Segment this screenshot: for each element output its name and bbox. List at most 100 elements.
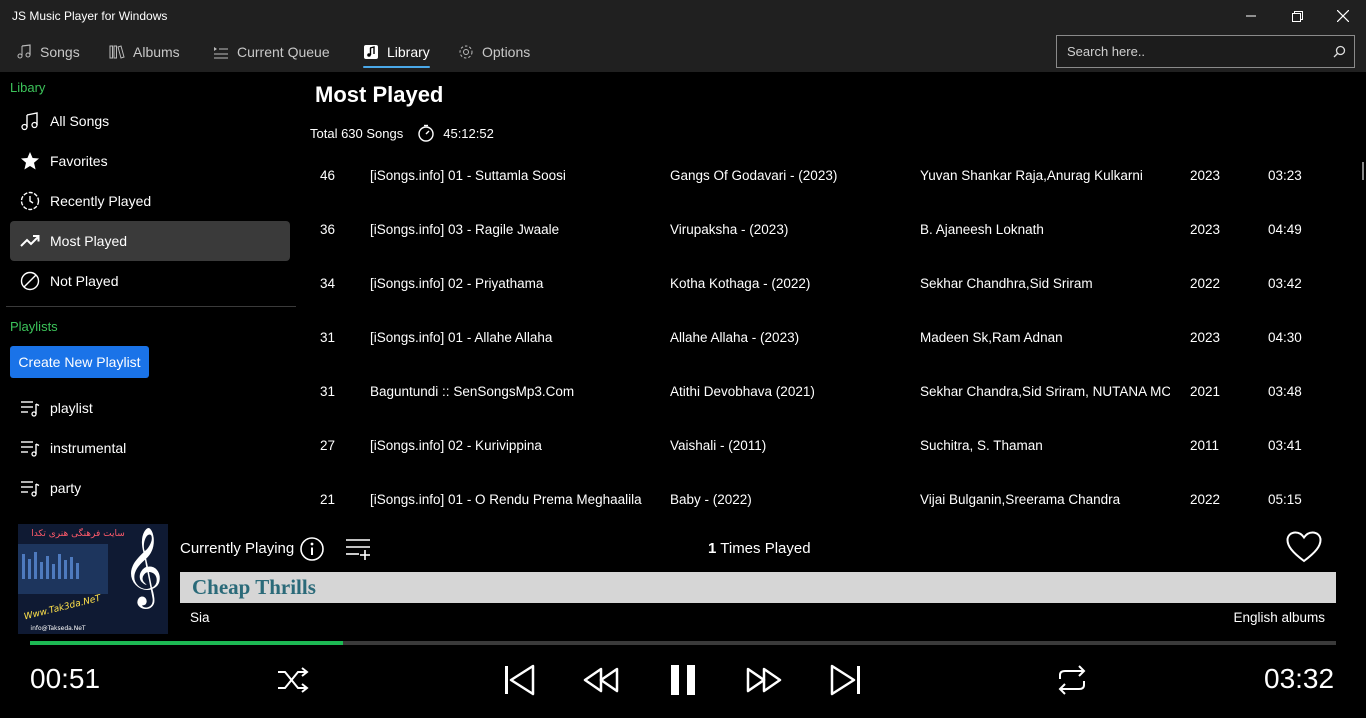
song-artist: Sekhar Chandra,Sid Sriram, NUTANA MC <box>920 384 1170 399</box>
song-length: 04:49 <box>1268 222 1302 237</box>
add-to-queue-icon[interactable] <box>345 537 371 561</box>
music-note-icon <box>17 44 31 59</box>
song-album: Vaishali - (2011) <box>670 438 767 453</box>
song-album: Kotha Kothaga - (2022) <box>670 276 811 291</box>
sidebar-item-not-played[interactable]: Not Played <box>10 261 290 301</box>
queue-icon <box>214 47 228 59</box>
play-count: 36 <box>320 222 336 237</box>
now-playing-artist: Sia <box>190 610 210 625</box>
song-list: 46 [iSongs.info] 01 - Suttamla Soosi Gan… <box>300 150 1360 520</box>
play-count: 31 <box>320 330 336 345</box>
create-playlist-button[interactable]: Create New Playlist <box>10 346 149 378</box>
table-row[interactable]: 34 [iSongs.info] 02 - Priyathama Kotha K… <box>300 258 1360 312</box>
song-year: 2021 <box>1190 384 1221 399</box>
sidebar-item-label: instrumental <box>50 440 127 456</box>
table-row[interactable]: 27 [iSongs.info] 02 - Kurivippina Vaisha… <box>300 420 1360 474</box>
library-summary: Total 630 Songs 45:12:52 <box>310 124 494 142</box>
restore-icon <box>1291 10 1303 22</box>
skip-previous-icon <box>505 664 535 696</box>
song-length: 05:15 <box>1268 492 1302 507</box>
sidebar-item-label: Recently Played <box>50 193 152 209</box>
stopwatch-icon <box>418 124 434 142</box>
tab-options-label: Options <box>482 44 531 60</box>
previous-track-button[interactable] <box>500 661 538 699</box>
table-row[interactable]: 46 [iSongs.info] 01 - Suttamla Soosi Gan… <box>300 150 1360 204</box>
now-playing-title-bar: Cheap Thrills <box>180 572 1336 603</box>
close-icon <box>1337 10 1349 22</box>
search-icon[interactable] <box>1333 45 1346 58</box>
play-count: 46 <box>320 168 336 183</box>
song-length: 03:23 <box>1268 168 1302 183</box>
song-title: Baguntundi :: SenSongsMp3.Com <box>370 384 575 399</box>
song-year: 2023 <box>1190 168 1221 183</box>
play-count: 31 <box>320 384 336 399</box>
song-title: [iSongs.info] 03 - Ragile Jwaale <box>370 222 560 237</box>
tab-current-queue[interactable]: Current Queue <box>213 32 330 72</box>
tab-albums-label: Albums <box>133 44 180 60</box>
window-title: JS Music Player for Windows <box>12 9 168 23</box>
info-icon[interactable] <box>299 536 325 562</box>
repeat-button[interactable] <box>1053 663 1091 697</box>
table-row[interactable]: 31 Baguntundi :: SenSongsMp3.Com Atithi … <box>300 366 1360 420</box>
tab-library[interactable]: Library <box>363 32 430 72</box>
albums-icon <box>109 45 125 59</box>
heart-icon[interactable] <box>1286 531 1322 563</box>
restore-button[interactable] <box>1274 0 1320 32</box>
seek-bar[interactable] <box>30 641 1336 645</box>
fast-forward-icon <box>746 667 782 693</box>
history-icon <box>20 191 40 211</box>
sidebar-item-party[interactable]: party <box>10 468 290 508</box>
song-artist: Sekhar Chandhra,Sid Sriram <box>920 276 1093 291</box>
times-played: 1 Times Played <box>708 540 811 557</box>
tab-albums[interactable]: Albums <box>109 32 180 72</box>
next-track-button[interactable] <box>827 661 865 699</box>
library-section-label: Libary <box>10 80 46 95</box>
sidebar-item-all-songs[interactable]: All Songs <box>10 101 290 141</box>
sidebar-divider <box>6 306 296 307</box>
total-duration: 45:12:52 <box>443 125 494 141</box>
tab-options[interactable]: Options <box>458 32 530 72</box>
shuffle-button[interactable] <box>275 663 311 697</box>
song-length: 04:30 <box>1268 330 1302 345</box>
search-input[interactable]: Search here.. <box>1056 35 1355 68</box>
play-count: 27 <box>320 438 336 453</box>
total-songs-label: Total 630 Songs <box>310 125 404 141</box>
song-artist: B. Ajaneesh Loknath <box>920 222 1044 237</box>
total-time: 03:32 <box>1264 663 1335 694</box>
page-title: Most Played <box>315 82 444 107</box>
sidebar-item-label: Favorites <box>50 153 108 169</box>
song-album: Atithi Devobhava (2021) <box>670 384 815 399</box>
minimize-button[interactable] <box>1228 0 1274 32</box>
song-title: [iSongs.info] 02 - Priyathama <box>370 276 544 291</box>
pause-button[interactable] <box>664 661 702 699</box>
play-count: 21 <box>320 492 336 507</box>
sidebar-item-playlist[interactable]: playlist <box>10 388 290 428</box>
song-length: 03:42 <box>1268 276 1302 291</box>
sidebar-item-favorites[interactable]: Favorites <box>10 141 290 181</box>
times-played-count: 1 <box>708 540 717 557</box>
tab-current-queue-label: Current Queue <box>237 44 330 60</box>
song-artist: Vijai Bulganin,Sreerama Chandra <box>920 492 1121 507</box>
fast-forward-button[interactable] <box>745 663 783 697</box>
play-count: 34 <box>320 276 336 291</box>
tab-songs[interactable]: Songs <box>16 32 80 72</box>
song-length: 03:41 <box>1268 438 1302 453</box>
table-row[interactable]: 31 [iSongs.info] 01 - Allahe Allaha Alla… <box>300 312 1360 366</box>
shuffle-icon <box>278 667 309 693</box>
block-icon <box>20 271 40 291</box>
minimize-icon <box>1246 15 1256 17</box>
scrollbar[interactable] <box>1362 162 1364 180</box>
playlists-section-label: Playlists <box>10 319 58 334</box>
table-row[interactable]: 36 [iSongs.info] 03 - Ragile Jwaale Viru… <box>300 204 1360 258</box>
table-row[interactable]: 21 [iSongs.info] 01 - O Rendu Prema Megh… <box>300 474 1360 520</box>
rewind-button[interactable] <box>582 663 620 697</box>
trending-up-icon <box>20 235 40 247</box>
elapsed-time: 00:51 <box>30 663 101 694</box>
currently-playing-label: Currently Playing <box>180 540 295 557</box>
sidebar-item-most-played[interactable]: Most Played <box>10 221 290 261</box>
playlist-icon <box>21 441 40 457</box>
close-button[interactable] <box>1320 0 1366 32</box>
sidebar-item-recently-played[interactable]: Recently Played <box>10 181 290 221</box>
song-album: Allahe Allaha - (2023) <box>670 330 800 345</box>
sidebar-item-instrumental[interactable]: instrumental <box>10 428 290 468</box>
